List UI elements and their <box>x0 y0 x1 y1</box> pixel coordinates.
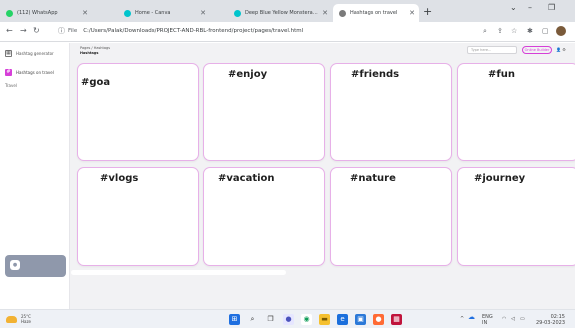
hashtag-card-nature[interactable]: #nature <box>330 167 452 266</box>
restore-button[interactable]: ❐ <box>548 3 555 12</box>
minimize-button[interactable]: – <box>528 3 532 12</box>
canva-icon <box>124 9 131 17</box>
tab-search-icon[interactable]: ⌄ <box>510 3 517 12</box>
hashtag-card-friends[interactable]: #friends <box>330 63 452 161</box>
whatsapp-icon <box>6 9 13 17</box>
hashtag-label: #friends <box>351 69 400 80</box>
hashtag-label: #vlogs <box>100 173 139 184</box>
reload-icon[interactable]: ↻ <box>33 26 40 36</box>
hashtag-icon: # <box>5 68 12 76</box>
hashtag-card-vlogs[interactable]: #vlogs <box>77 167 199 266</box>
bookmark-star-icon[interactable]: ☆ <box>511 26 517 36</box>
tab-label: (112) WhatsApp <box>17 10 58 16</box>
hashtag-label: #fun <box>488 69 515 80</box>
store-icon[interactable]: ▣ <box>355 314 366 325</box>
sidebar: ▦ Hashtag generator # Hashtags on travel… <box>0 43 70 309</box>
brand[interactable]: ▦ Hashtag generator <box>5 50 54 57</box>
edge-icon[interactable]: e <box>337 314 348 325</box>
teams-chat-icon[interactable]: ● <box>283 314 294 325</box>
browser-tab-strip: (112) WhatsApp ✕ Home - Canva ✕ Deep Blu… <box>0 0 575 22</box>
hashtag-card-journey[interactable]: #journey <box>457 167 575 266</box>
page-icon <box>339 9 346 17</box>
chrome-icon[interactable]: ◉ <box>301 314 312 325</box>
file-explorer-icon[interactable]: ▬ <box>319 314 330 325</box>
sidebar-item-hashtags[interactable]: # Hashtags on travel <box>5 67 63 77</box>
tab-hashtags[interactable]: Hashtags on travel ✕ <box>333 4 419 22</box>
hashtag-label: #vacation <box>218 173 275 184</box>
search-input[interactable]: Type here... <box>467 46 517 54</box>
new-tab-button[interactable]: + <box>423 4 432 20</box>
hashtag-label: #nature <box>350 173 396 184</box>
tab-canva-home[interactable]: Home - Canva ✕ <box>118 4 210 22</box>
zoom-icon[interactable]: ⌕ <box>483 26 487 36</box>
url-field[interactable]: ⓘ File C:/Users/Palak/Downloads/PROJECT-… <box>58 25 438 38</box>
volume-icon[interactable]: ◁ <box>511 316 515 322</box>
hashtag-label: #journey <box>474 173 526 184</box>
share-icon[interactable]: ⇪ <box>497 26 503 36</box>
tray-chevron-icon[interactable]: ^ <box>460 316 464 322</box>
forward-arrow-icon[interactable]: → <box>20 26 27 36</box>
extensions-icon[interactable]: ✱ <box>527 26 533 36</box>
hashtag-card-enjoy[interactable]: #enjoy <box>203 63 325 161</box>
search-icon[interactable]: ⌕ <box>247 314 258 325</box>
grid-icon: ▦ <box>5 50 12 57</box>
clock-date: 29-03-2023 <box>535 320 565 326</box>
task-view-icon[interactable]: ❐ <box>265 314 276 325</box>
hashtag-label: #goa <box>81 77 111 88</box>
hashtag-card-goa[interactable]: #goa <box>77 63 199 161</box>
info-icon[interactable]: ⓘ <box>58 25 65 38</box>
hashtag-label: #enjoy <box>228 69 268 80</box>
language-indicator[interactable]: ENG IN <box>482 314 493 326</box>
online-builder-button[interactable]: Online Builder <box>522 46 552 54</box>
office-icon[interactable]: ▦ <box>391 314 402 325</box>
breadcrumb: Pages / Hashtags Hashtags <box>80 46 110 56</box>
tab-label: Deep Blue Yellow Monstera Wa... <box>245 10 320 16</box>
hashtag-card-fun[interactable]: #fun <box>457 63 575 161</box>
tab-whatsapp[interactable]: (112) WhatsApp ✕ <box>0 4 92 22</box>
close-icon[interactable]: ✕ <box>409 9 415 17</box>
sidepanel-icon[interactable]: ▢ <box>542 26 549 36</box>
taskbar: 25°C Haze ⊞ ⌕ ❐ ● ◉ ▬ e ▣ ● ▦ ^ ☁ ENG IN… <box>0 309 575 328</box>
sidebar-item-label: Hashtags on travel <box>16 69 54 75</box>
battery-icon[interactable]: ▭ <box>520 316 525 322</box>
windows-start-icon[interactable]: ⊞ <box>229 314 240 325</box>
sidebar-footer-card: ● <box>5 255 66 277</box>
region-code: IN <box>482 320 488 326</box>
help-icon[interactable]: ● <box>10 260 20 270</box>
tab-canva-design[interactable]: Deep Blue Yellow Monstera Wa... ✕ <box>228 4 332 22</box>
app-content: ▦ Hashtag generator # Hashtags on travel… <box>0 43 575 309</box>
tab-label: Home - Canva <box>135 10 171 16</box>
profile-avatar[interactable] <box>556 26 566 36</box>
url-text[interactable]: C:/Users/Palak/Downloads/PROJECT-AND-RBL… <box>83 25 303 38</box>
protocol-label: File <box>68 28 78 34</box>
weather-status: Haze <box>21 319 32 324</box>
onedrive-icon[interactable]: ☁ <box>468 314 475 321</box>
close-icon[interactable]: ✕ <box>82 9 88 17</box>
account-icons[interactable]: 👤 ⚙ <box>556 46 566 54</box>
page-title: Hashtags <box>80 51 99 55</box>
weather-icon <box>6 315 17 323</box>
wifi-icon[interactable]: ◠ <box>502 316 506 322</box>
back-arrow-icon[interactable]: ← <box>6 26 13 36</box>
canva-icon <box>234 9 241 17</box>
sidebar-sub-item[interactable]: Travel <box>5 83 17 88</box>
weather-widget[interactable]: 25°C Haze <box>6 314 31 324</box>
close-icon[interactable]: ✕ <box>200 9 206 17</box>
close-icon[interactable]: ✕ <box>322 9 328 17</box>
clock[interactable]: 02:15 29-03-2023 <box>535 314 565 326</box>
tab-label: Hashtags on travel <box>350 10 398 16</box>
hashtag-card-vacation[interactable]: #vacation <box>203 167 325 266</box>
brand-label: Hashtag generator <box>16 51 54 56</box>
horizontal-scrollbar[interactable] <box>71 270 286 275</box>
app-icon[interactable]: ● <box>373 314 384 325</box>
address-bar: ← → ↻ ⓘ File C:/Users/Palak/Downloads/PR… <box>0 22 575 42</box>
